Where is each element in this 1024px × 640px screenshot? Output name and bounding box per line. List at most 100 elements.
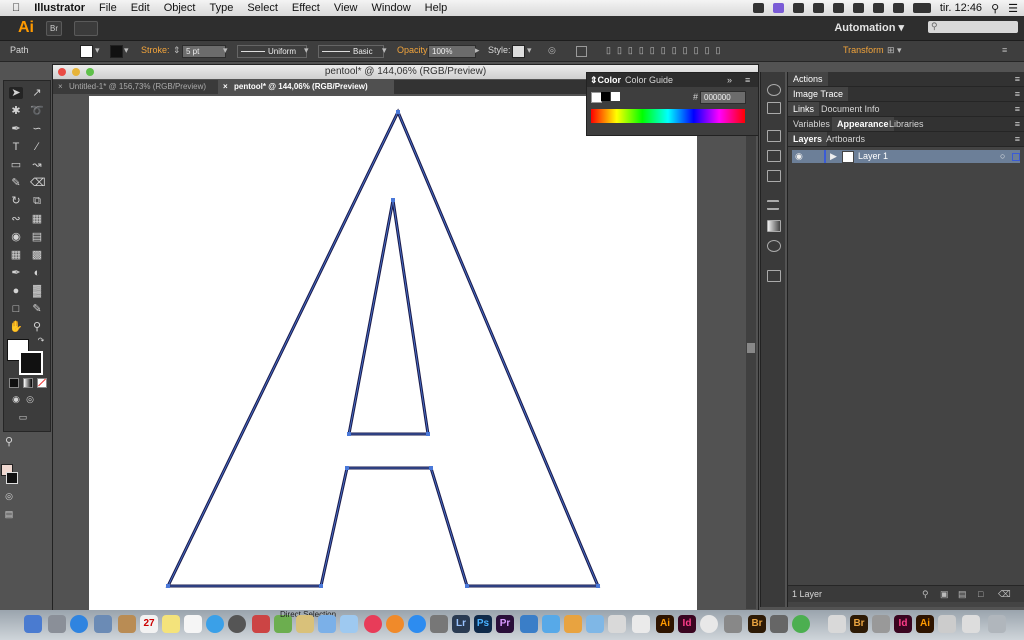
lightroom-icon[interactable]: Lr bbox=[452, 615, 470, 633]
fill-dropdown-icon[interactable]: ▾ bbox=[95, 45, 100, 56]
app-menu[interactable]: Illustrator bbox=[34, 2, 85, 14]
control-menu-icon[interactable]: ≡ bbox=[1002, 45, 1007, 55]
eye-visibility-icon[interactable]: ◉ bbox=[795, 151, 803, 162]
fill-swatch[interactable] bbox=[80, 45, 93, 58]
align-icons[interactable]: ▯▯▯▯▯▯▯▯▯▯▯ bbox=[606, 45, 726, 56]
brushes-icon[interactable] bbox=[767, 150, 781, 162]
messages-icon[interactable] bbox=[206, 615, 224, 633]
mesh-tool-icon[interactable]: ▦ bbox=[9, 249, 23, 261]
hex-input[interactable]: 000000 bbox=[700, 91, 746, 104]
free-transform-tool-icon[interactable]: ▦ bbox=[30, 213, 44, 225]
illustrator-dock-icon[interactable]: Ai bbox=[656, 615, 674, 633]
tab-artboards[interactable]: Artboards bbox=[821, 132, 870, 146]
menu-help[interactable]: Help bbox=[425, 2, 448, 14]
graph-tool-icon[interactable]: ▓ bbox=[30, 285, 44, 297]
style-dropdown-icon[interactable]: ▾ bbox=[527, 45, 532, 56]
selection-indicator[interactable] bbox=[1012, 153, 1020, 161]
panel-menu-icon[interactable]: ≡ bbox=[1015, 117, 1020, 131]
apple-icon[interactable]:  bbox=[12, 2, 20, 14]
menu-effect[interactable]: Effect bbox=[292, 2, 320, 14]
eraser-tool-icon[interactable]: ⌫ bbox=[30, 177, 46, 189]
curvature-tool-icon[interactable]: ∽ bbox=[30, 123, 44, 135]
black-color-icon[interactable] bbox=[601, 92, 610, 101]
layer-name[interactable]: Layer 1 bbox=[858, 151, 888, 161]
brush-dropdown-icon[interactable]: ▾ bbox=[382, 45, 387, 56]
stroke-label[interactable]: Stroke: bbox=[141, 45, 170, 55]
close-window-button[interactable] bbox=[58, 68, 66, 76]
mini-screen-mode-icon[interactable]: ◎ bbox=[2, 490, 16, 502]
menu-edit[interactable]: Edit bbox=[131, 2, 150, 14]
photo-booth-icon[interactable] bbox=[252, 615, 270, 633]
app-tools-icon[interactable] bbox=[724, 615, 742, 633]
indesign-file-icon[interactable]: Id bbox=[894, 615, 912, 633]
menu-object[interactable]: Object bbox=[164, 2, 196, 14]
new-layer-icon[interactable]: □ bbox=[978, 586, 983, 602]
opacity-label[interactable]: Opacity: bbox=[397, 45, 430, 55]
direct-selection-tool-icon[interactable]: ↗ bbox=[30, 87, 44, 99]
selection-tool-icon[interactable]: ➤ bbox=[9, 87, 23, 99]
notes-icon[interactable] bbox=[162, 615, 180, 633]
screenshot-stack-icon[interactable] bbox=[962, 615, 980, 633]
gradient-mode-icon[interactable] bbox=[23, 378, 33, 388]
locate-object-icon[interactable]: ⚲ bbox=[922, 586, 929, 602]
tab-variables[interactable]: Variables bbox=[788, 117, 835, 131]
collapse-panel-icon[interactable]: » bbox=[727, 75, 732, 85]
app-q-icon[interactable] bbox=[586, 615, 604, 633]
safari-icon[interactable] bbox=[70, 615, 88, 633]
paintbrush-tool-icon[interactable]: ↝ bbox=[30, 159, 44, 171]
recolor-icon[interactable]: ◎ bbox=[548, 45, 556, 56]
symbols-icon[interactable] bbox=[767, 170, 781, 182]
gradient-tool-icon[interactable]: ▩ bbox=[30, 249, 44, 261]
zoom-mini-icon[interactable]: ⚲ bbox=[2, 436, 16, 448]
target-icon[interactable]: ○ bbox=[1000, 151, 1005, 161]
menu-select[interactable]: Select bbox=[247, 2, 278, 14]
stroke-stepper-icon[interactable]: ⇕ bbox=[173, 45, 181, 56]
itunes-icon[interactable] bbox=[364, 615, 382, 633]
panel-menu-icon[interactable]: ≡ bbox=[1015, 102, 1020, 116]
color-mode-icon[interactable] bbox=[9, 378, 19, 388]
tab-actions[interactable]: Actions bbox=[788, 72, 828, 86]
expand-layer-icon[interactable]: ▶ bbox=[830, 151, 837, 162]
menu-window[interactable]: Window bbox=[372, 2, 411, 14]
status-app-icon[interactable] bbox=[752, 3, 764, 13]
pen-tool-icon[interactable]: ✒ bbox=[9, 123, 23, 135]
app-p-icon[interactable] bbox=[564, 615, 582, 633]
panel-menu-icon[interactable]: ≡ bbox=[1015, 87, 1020, 101]
documents-stack-icon[interactable] bbox=[828, 615, 846, 633]
menu-view[interactable]: View bbox=[334, 2, 358, 14]
brush-definition[interactable]: Basic bbox=[318, 45, 384, 58]
minimize-window-button[interactable] bbox=[72, 68, 80, 76]
finder-icon[interactable] bbox=[24, 615, 42, 633]
transform-label[interactable]: Transform bbox=[843, 45, 884, 55]
preview-icon[interactable] bbox=[340, 615, 358, 633]
mini-stroke-box[interactable] bbox=[6, 472, 18, 484]
tab-libraries[interactable]: Libraries bbox=[884, 117, 929, 131]
graphic-style-swatch[interactable] bbox=[512, 45, 525, 58]
bluetooth-icon[interactable] bbox=[872, 3, 884, 13]
app-h-icon[interactable] bbox=[542, 615, 560, 633]
cloud-icon[interactable] bbox=[772, 3, 784, 13]
type-tool-icon[interactable]: T bbox=[9, 141, 23, 153]
search-field[interactable]: ⚲ bbox=[928, 21, 1018, 33]
mail-icon[interactable] bbox=[94, 615, 112, 633]
tab-color[interactable]: ⇕Color bbox=[590, 75, 621, 86]
zoom-tool-icon[interactable]: ⚲ bbox=[30, 321, 44, 333]
mini-artboard-icon[interactable]: ▤ bbox=[2, 508, 16, 520]
align-to-icon[interactable] bbox=[576, 46, 587, 57]
lasso-tool-icon[interactable]: ➰ bbox=[30, 105, 44, 117]
white-color-icon[interactable] bbox=[611, 92, 620, 101]
app-store-icon[interactable] bbox=[408, 615, 426, 633]
app-doc-icon[interactable] bbox=[608, 615, 626, 633]
profile-dropdown-icon[interactable]: ▾ bbox=[304, 45, 309, 56]
battery-icon[interactable] bbox=[912, 3, 931, 13]
calendar-icon[interactable]: 27 bbox=[140, 615, 158, 633]
arrange-documents-button[interactable] bbox=[74, 21, 98, 36]
line-tool-icon[interactable]: ∕ bbox=[30, 141, 44, 153]
notification-icon[interactable]: ☰ bbox=[1008, 2, 1018, 15]
workspace-switcher[interactable]: Automation ▾ bbox=[834, 21, 904, 34]
scale-tool-icon[interactable]: ⧉ bbox=[30, 195, 44, 207]
stroke-panel-icon[interactable] bbox=[767, 200, 779, 210]
vertical-scrollbar[interactable] bbox=[746, 95, 756, 609]
ibooks-icon[interactable] bbox=[296, 615, 314, 633]
launchpad-icon[interactable] bbox=[48, 615, 66, 633]
